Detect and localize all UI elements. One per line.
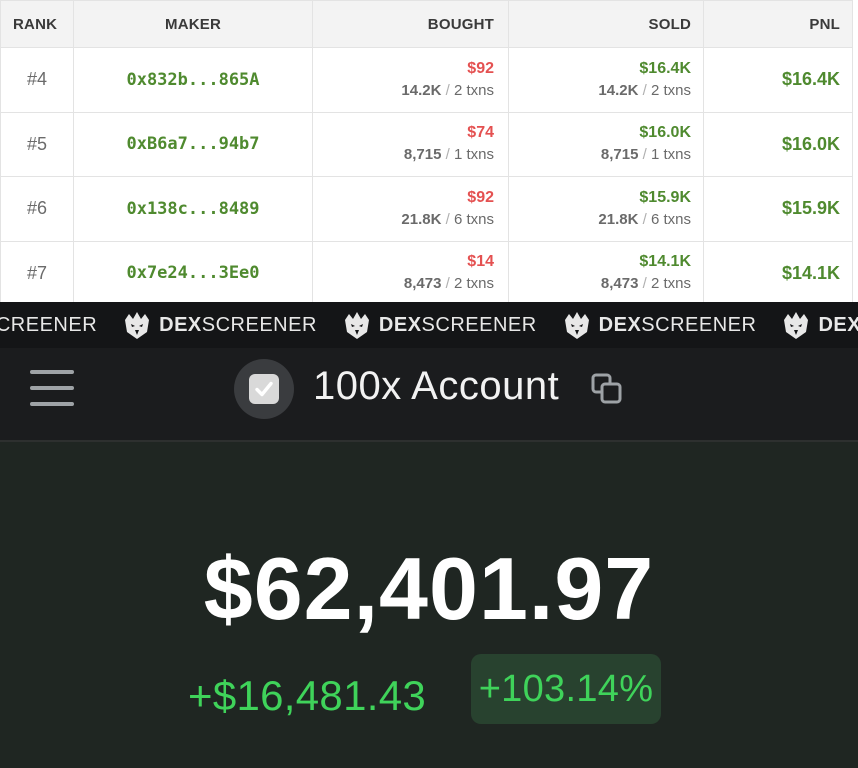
maker-address-link[interactable]: 0x7e24...3Ee0: [73, 240, 313, 302]
rank-cell: #6: [0, 176, 74, 242]
pnl-cell: $15.9K: [703, 176, 853, 242]
rank-cell: #4: [0, 47, 74, 113]
bought-txns: 1 txns: [453, 146, 494, 164]
bought-usd: $92: [467, 59, 494, 77]
table-row: #7 0x7e24...3Ee0 $14 8,473 / 2 txns $14.…: [0, 240, 853, 302]
watermark-dex-text: DEX: [598, 313, 642, 336]
sold-txns: 6 txns: [650, 210, 691, 228]
dexscreener-watermark: DEXSCREENER: [123, 310, 317, 340]
copy-icon[interactable]: [590, 372, 624, 406]
bought-txns: 2 txns: [453, 81, 494, 99]
column-header-rank[interactable]: RANK: [0, 0, 74, 48]
top-traders-table: RANK MAKER BOUGHT SOLD PNL #4 0x832b...8…: [0, 0, 858, 302]
dexscreener-watermark: DEXSCREENER: [782, 310, 858, 340]
bought-detail: 14.2K / 2 txns: [401, 81, 494, 99]
sold-cell: $16.0K 8,715 / 1 txns: [508, 111, 704, 177]
watermark-screener-text: SCREENER: [641, 313, 757, 336]
bought-qty: 21.8K: [401, 210, 442, 228]
watermark-screener-text: SCREENER: [0, 313, 98, 336]
rank-cell: #5: [0, 111, 74, 177]
bought-detail: 8,473 / 2 txns: [403, 275, 494, 293]
sold-detail: 21.8K / 6 txns: [598, 210, 691, 228]
sold-usd: $14.1K: [639, 253, 691, 271]
pnl-cell: $16.0K: [703, 111, 853, 177]
bought-cell: $14 8,473 / 2 txns: [312, 240, 509, 302]
bought-qty: 8,473: [403, 275, 442, 293]
sold-detail: 14.2K / 2 txns: [598, 81, 691, 99]
account-title: 100x Account: [313, 364, 560, 408]
account-avatar[interactable]: [234, 359, 294, 419]
pnl-cell: $14.1K: [703, 240, 853, 302]
bought-cell: $74 8,715 / 1 txns: [312, 111, 509, 177]
sold-cell: $16.4K 14.2K / 2 txns: [508, 47, 704, 113]
rank-cell: #7: [0, 240, 74, 302]
sold-qty: 21.8K: [598, 210, 639, 228]
bought-qty: 14.2K: [401, 81, 442, 99]
sold-txns: 2 txns: [650, 275, 691, 293]
bought-usd: $92: [467, 188, 494, 206]
sold-qty: 8,473: [600, 275, 639, 293]
bought-usd: $14: [467, 253, 494, 271]
hamburger-menu-icon[interactable]: [28, 368, 76, 408]
bought-usd: $74: [467, 124, 494, 142]
watermark-dex-text: DEX: [818, 313, 858, 336]
sold-detail: 8,473 / 2 txns: [600, 275, 691, 293]
bought-cell: $92 14.2K / 2 txns: [312, 47, 509, 113]
balance-change-percent-badge: +103.14%: [471, 654, 661, 724]
bought-detail: 21.8K / 6 txns: [401, 210, 494, 228]
watermark-screener-text: SCREENER: [421, 313, 537, 336]
sold-cell: $14.1K 8,473 / 2 txns: [508, 240, 704, 302]
bought-cell: $92 21.8K / 6 txns: [312, 176, 509, 242]
maker-address-link[interactable]: 0xB6a7...94b7: [73, 111, 313, 177]
checkbox-icon: [249, 374, 279, 404]
eagle-logo-icon: [784, 312, 809, 339]
balance-panel: $62,401.97 +$16,481.43 +103.14%: [0, 442, 858, 768]
table-row: #4 0x832b...865A $92 14.2K / 2 txns $16.…: [0, 47, 853, 113]
sold-qty: 14.2K: [598, 81, 639, 99]
eagle-logo-icon: [125, 312, 150, 339]
column-header-bought[interactable]: BOUGHT: [312, 0, 509, 48]
dexscreener-watermark: SCREENER: [0, 314, 97, 337]
sold-qty: 8,715: [600, 146, 639, 164]
bought-txns: 2 txns: [453, 275, 494, 293]
dexscreener-watermark: DEXSCREENER: [343, 310, 537, 340]
dexscreener-watermark-strip: SCREENER DEXSCREENER DEXSCREENER DEXSCRE…: [0, 302, 858, 348]
bought-qty: 8,715: [403, 146, 442, 164]
account-header-bar: 100x Account: [0, 348, 858, 442]
sold-usd: $16.0K: [639, 124, 691, 142]
watermark-dex-text: DEX: [378, 313, 422, 336]
maker-address-link[interactable]: 0x832b...865A: [73, 47, 313, 113]
bought-txns: 6 txns: [453, 210, 494, 228]
table-header-row: RANK MAKER BOUGHT SOLD PNL: [0, 0, 853, 48]
column-header-maker[interactable]: MAKER: [73, 0, 313, 48]
sold-txns: 2 txns: [650, 81, 691, 99]
sold-usd: $15.9K: [639, 188, 691, 206]
eagle-logo-icon: [564, 312, 589, 339]
column-header-sold[interactable]: SOLD: [508, 0, 704, 48]
dexscreener-watermark: DEXSCREENER: [563, 310, 757, 340]
bought-detail: 8,715 / 1 txns: [403, 146, 494, 164]
watermark-screener-text: SCREENER: [201, 313, 317, 336]
sold-detail: 8,715 / 1 txns: [600, 146, 691, 164]
maker-address-link[interactable]: 0x138c...8489: [73, 176, 313, 242]
balance-change-amount: +$16,481.43: [188, 672, 427, 719]
eagle-logo-icon: [344, 312, 369, 339]
sold-txns: 1 txns: [650, 146, 691, 164]
table-row: #6 0x138c...8489 $92 21.8K / 6 txns $15.…: [0, 176, 853, 242]
pnl-cell: $16.4K: [703, 47, 853, 113]
column-header-pnl[interactable]: PNL: [703, 0, 853, 48]
sold-cell: $15.9K 21.8K / 6 txns: [508, 176, 704, 242]
sold-usd: $16.4K: [639, 59, 691, 77]
watermark-dex-text: DEX: [159, 313, 202, 336]
account-balance: $62,401.97: [203, 539, 655, 638]
table-row: #5 0xB6a7...94b7 $74 8,715 / 1 txns $16.…: [0, 111, 853, 177]
